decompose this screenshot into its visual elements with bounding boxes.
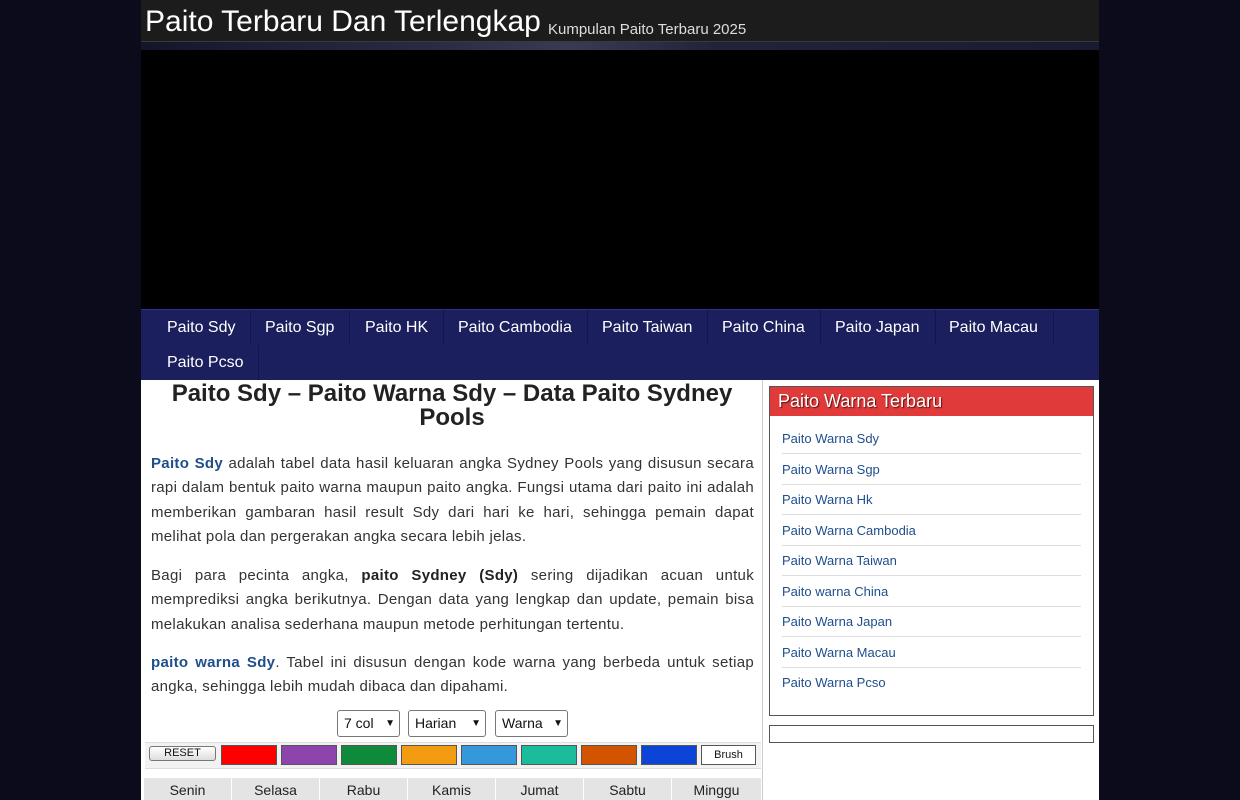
sidebar-heading: Paito Warna Terbaru [770, 387, 1093, 416]
columns-select[interactable]: 7 col ▼ [337, 710, 400, 737]
day-header-minggu: Minggu [693, 782, 740, 798]
swatch-orange[interactable] [401, 745, 457, 765]
nav-item-paito-pcso[interactable]: Paito Pcso [152, 345, 260, 380]
period-select[interactable]: Harian ▼ [408, 710, 486, 737]
nav-item-paito-hk[interactable]: Paito HK [350, 310, 445, 345]
sidebar-link-paito-warna-hk[interactable]: Paito Warna Hk [782, 485, 1081, 515]
swatch-dark-orange[interactable] [581, 745, 637, 765]
site-title[interactable]: Paito Terbaru Dan Terlengkap [145, 5, 541, 39]
nav-item-paito-macau[interactable]: Paito Macau [934, 310, 1054, 345]
paito-sdy-link[interactable]: Paito Sdy [151, 455, 223, 472]
swatch-light-blue[interactable] [461, 745, 517, 765]
swatch-purple[interactable] [281, 745, 337, 765]
swatch-red[interactable] [221, 745, 277, 765]
sidebar-widget-empty [769, 725, 1094, 743]
brush-button[interactable]: Brush [701, 745, 756, 765]
nav-item-paito-taiwan[interactable]: Paito Taiwan [587, 310, 709, 345]
sidebar-link-paito-warna-cambodia[interactable]: Paito Warna Cambodia [782, 516, 1081, 546]
color-palette: RESET Brush [145, 742, 761, 769]
header-banner [141, 42, 1099, 309]
article-title: Paito Sdy – Paito Warna Sdy – Data Paito… [171, 380, 733, 431]
paito-warna-sdy-link[interactable]: paito warna Sdy [151, 654, 275, 671]
nav-item-paito-cambodia[interactable]: Paito Cambodia [443, 310, 588, 345]
nav-item-paito-sgp[interactable]: Paito Sgp [250, 310, 351, 345]
paragraph-2-text-start: Bagi para pecinta angka, [151, 567, 362, 584]
period-select-value: Harian [415, 715, 457, 731]
sidebar-link-paito-warna-pcso[interactable]: Paito Warna Pcso [782, 668, 1081, 698]
paito-table-header: Senin Selasa Rabu Kamis Jumat Sabtu Ming… [144, 778, 761, 800]
sidebar-link-paito-warna-sdy[interactable]: Paito Warna Sdy [782, 424, 1081, 454]
banner-image-strip [141, 42, 1099, 50]
sidebar-link-paito-warna-taiwan[interactable]: Paito Warna Taiwan [782, 546, 1081, 576]
reset-button[interactable]: RESET [149, 746, 216, 761]
sidebar-link-paito-warna-sgp[interactable]: Paito Warna Sgp [782, 455, 1081, 485]
article-paragraph-1: Paito Sdy adalah tabel data hasil keluar… [151, 452, 754, 549]
day-header-kamis: Kamis [408, 778, 496, 800]
paragraph-2-bold: paito Sydney (Sdy) [361, 567, 519, 584]
swatch-teal[interactable] [521, 745, 577, 765]
main-content: Paito Sdy – Paito Warna Sdy – Data Paito… [141, 380, 763, 800]
main-nav: Paito Sdy Paito Sgp Paito HK Paito Cambo… [141, 309, 1099, 380]
chevron-down-icon: ▼ [553, 718, 563, 729]
sidebar-widget: Paito Warna Terbaru Paito Warna Sdy Pait… [769, 386, 1094, 716]
sidebar-link-paito-warna-japan[interactable]: Paito Warna Japan [782, 607, 1081, 637]
swatch-blue[interactable] [641, 745, 697, 765]
article-paragraph-3: paito warna Sdy. Tabel ini disusun denga… [151, 651, 754, 700]
day-header-sabtu: Sabtu [584, 778, 672, 800]
day-header-rabu: Rabu [320, 778, 408, 800]
site-description: Kumpulan Paito Terbaru 2025 [548, 21, 747, 38]
site-header: Paito Terbaru Dan Terlengkap Kumpulan Pa… [141, 0, 1099, 42]
chevron-down-icon: ▼ [471, 718, 481, 729]
page-wrapper: Paito Terbaru Dan Terlengkap Kumpulan Pa… [141, 0, 1099, 800]
nav-item-paito-japan[interactable]: Paito Japan [820, 310, 936, 345]
day-header-jumat: Jumat [496, 778, 584, 800]
columns-select-value: 7 col [344, 715, 374, 731]
mode-select[interactable]: Warna ▼ [495, 710, 568, 737]
mode-select-value: Warna [502, 715, 543, 731]
swatch-green[interactable] [341, 745, 397, 765]
sidebar-link-paito-warna-china[interactable]: Paito warna China [782, 577, 1081, 607]
paragraph-1-text: adalah tabel data hasil keluaran angka S… [151, 455, 754, 545]
nav-item-paito-china[interactable]: Paito China [707, 310, 821, 345]
nav-item-paito-sdy[interactable]: Paito Sdy [152, 310, 252, 345]
sidebar-link-paito-warna-macau[interactable]: Paito Warna Macau [782, 638, 1081, 668]
chevron-down-icon: ▼ [385, 718, 395, 729]
day-header-selasa: Selasa [232, 778, 320, 800]
article-paragraph-2: Bagi para pecinta angka, paito Sydney (S… [151, 564, 754, 637]
day-header-senin: Senin [144, 778, 232, 800]
